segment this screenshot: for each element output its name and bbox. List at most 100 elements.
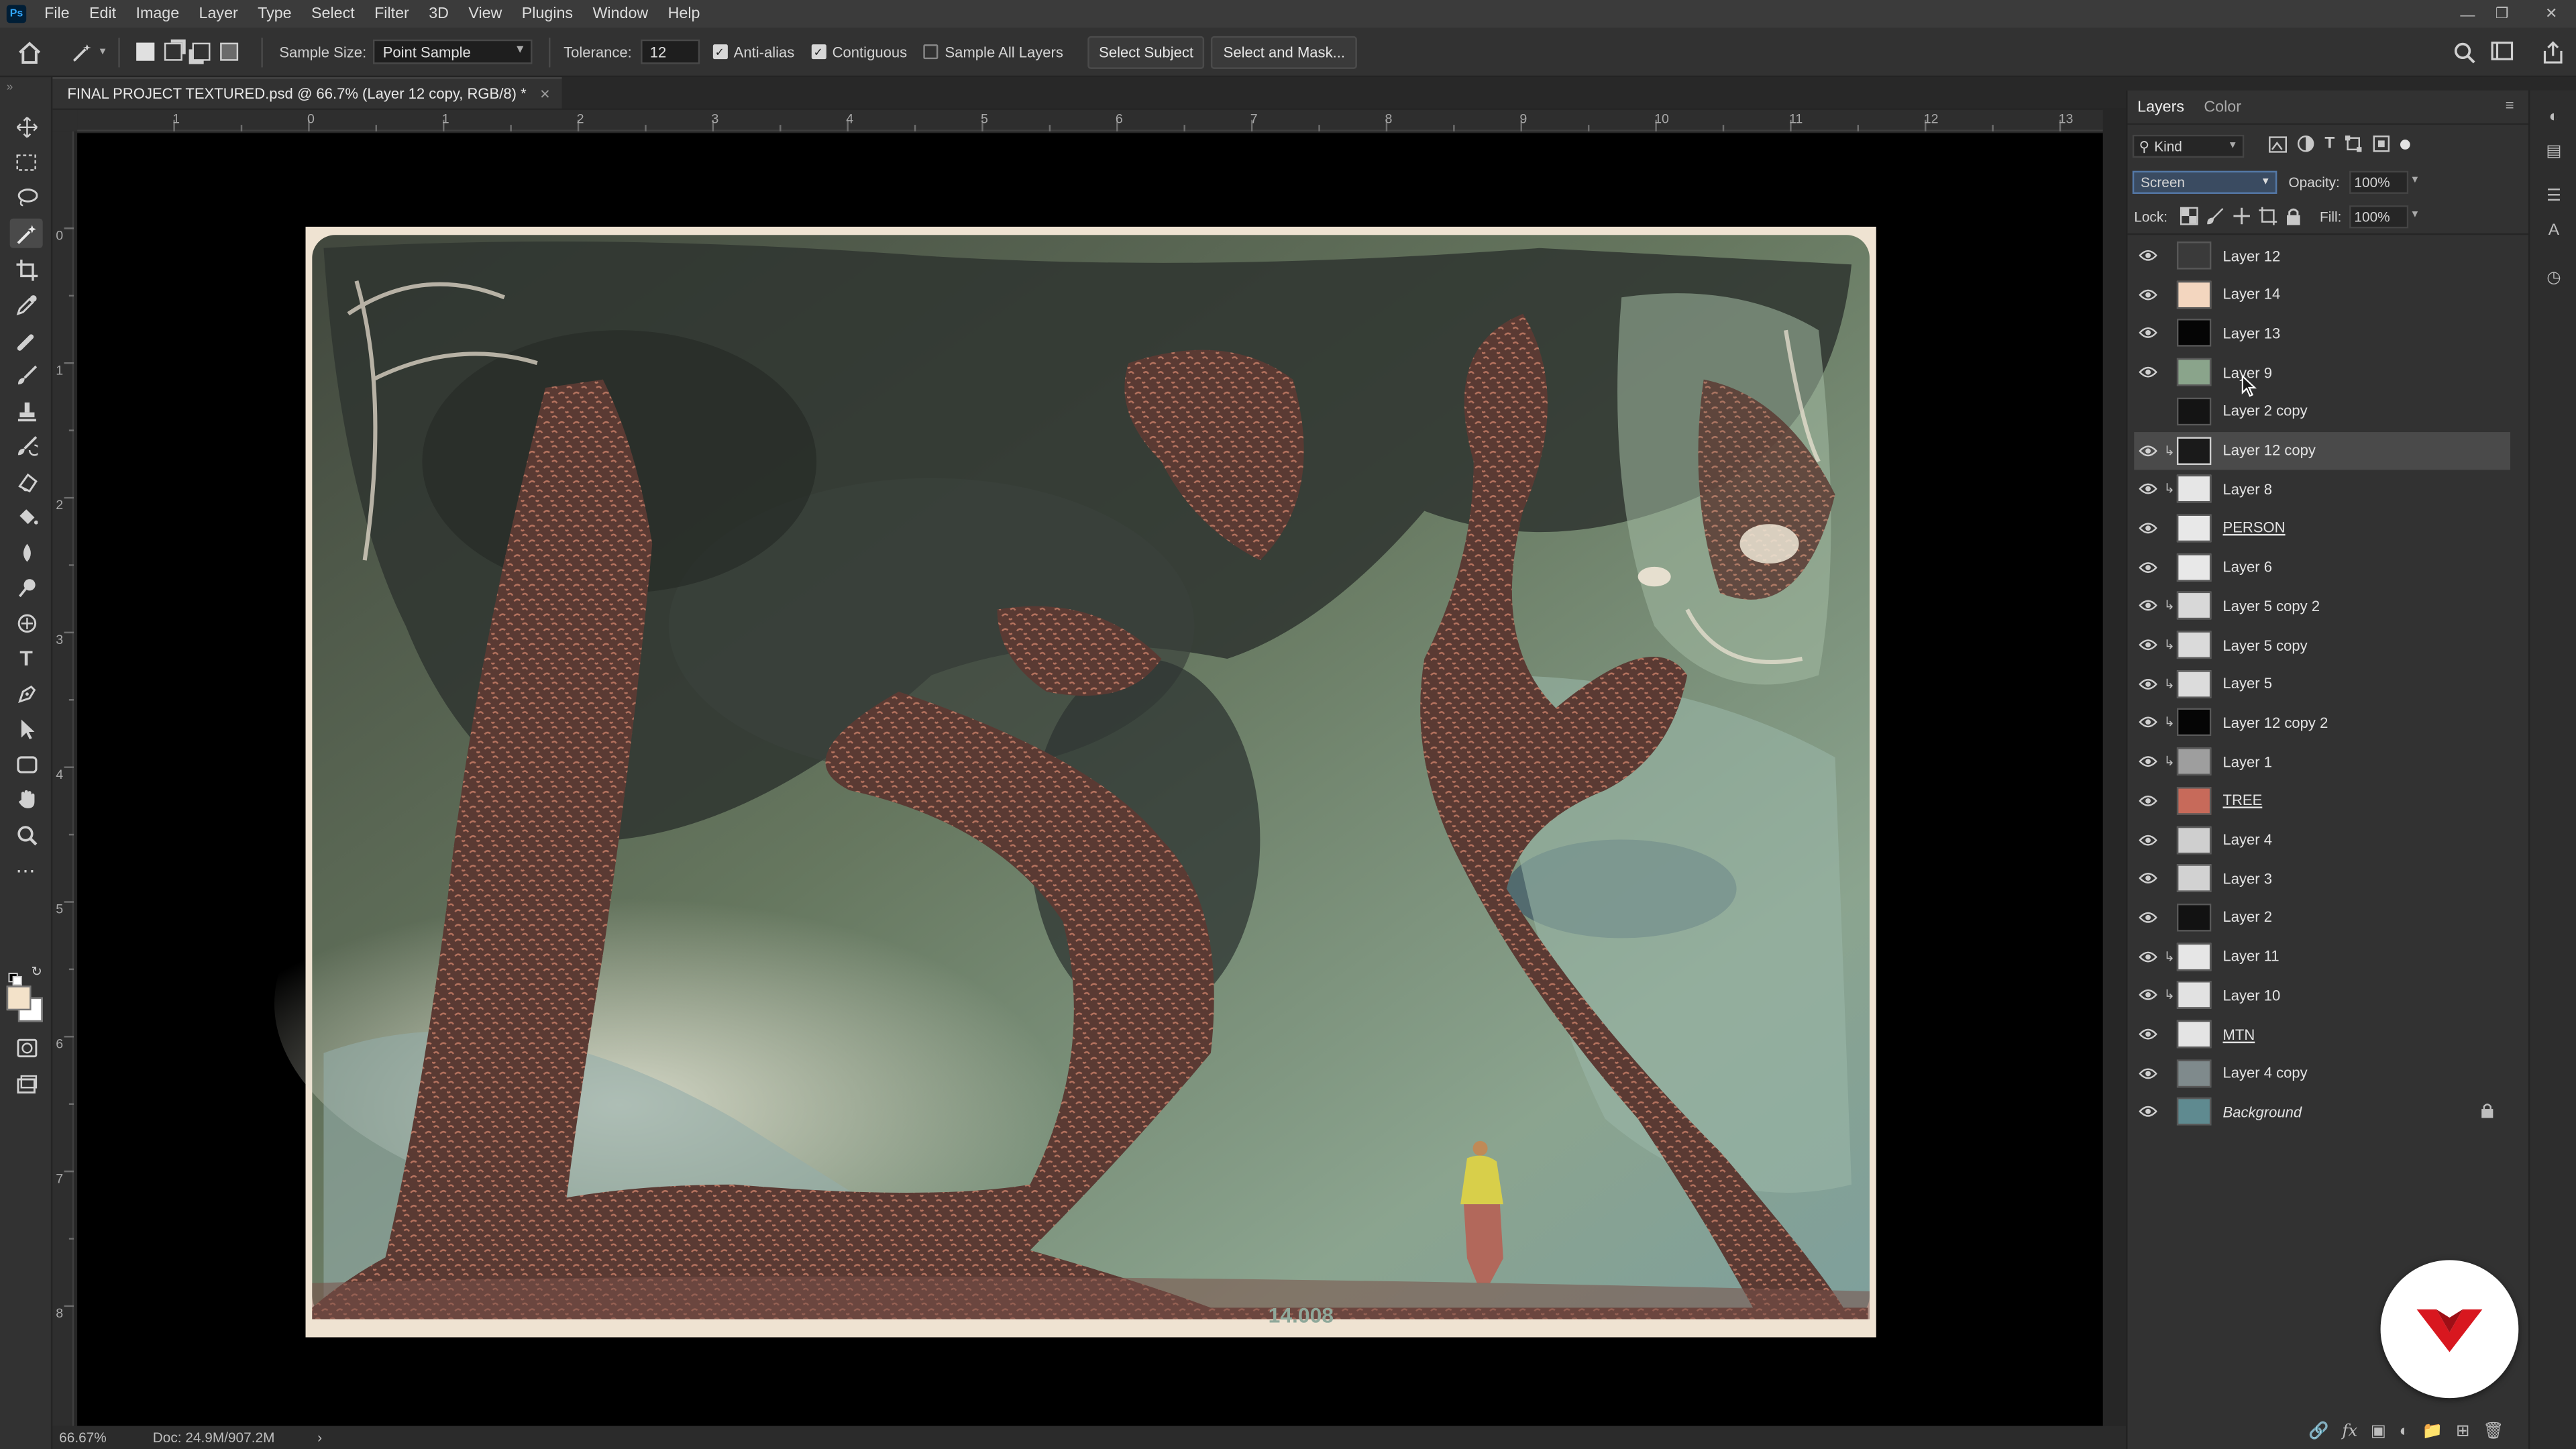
- contiguous-checkbox[interactable]: ✓: [810, 44, 826, 60]
- magic-wand-tool-icon[interactable]: [9, 218, 43, 248]
- lock-all-icon[interactable]: [2286, 207, 2302, 225]
- properties-panel-icon[interactable]: ☰: [2542, 184, 2567, 209]
- visibility-eye-icon[interactable]: [2134, 830, 2160, 849]
- visibility-eye-icon[interactable]: [2134, 440, 2160, 460]
- home-icon[interactable]: [0, 40, 59, 63]
- layer-name[interactable]: Layer 11: [2222, 948, 2279, 964]
- type-filter-icon[interactable]: T: [2324, 135, 2334, 153]
- path-selection-tool-icon[interactable]: [10, 713, 43, 743]
- visibility-eye-icon[interactable]: [2134, 674, 2160, 694]
- paint-bucket-tool-icon[interactable]: [10, 501, 43, 531]
- layer-row[interactable]: Layer 3: [2134, 859, 2510, 897]
- lock-position-icon[interactable]: [2233, 207, 2251, 225]
- search-icon[interactable]: [2453, 41, 2475, 67]
- close-document-icon[interactable]: ✕: [539, 87, 550, 101]
- layer-name[interactable]: Layer 13: [2222, 325, 2280, 341]
- select-subject-button[interactable]: Select Subject: [1087, 35, 1205, 68]
- rectangle-tool-icon[interactable]: [10, 749, 43, 779]
- status-expand-arrow[interactable]: ›: [317, 1430, 322, 1446]
- hand-tool-icon[interactable]: [10, 784, 43, 813]
- layer-row[interactable]: ↳ Layer 12 copy 2: [2134, 704, 2510, 741]
- layer-thumbnail[interactable]: [2176, 397, 2212, 425]
- visibility-eye-icon[interactable]: [2134, 246, 2160, 265]
- layer-thumbnail[interactable]: [2176, 1097, 2212, 1126]
- visibility-eye-icon[interactable]: [2134, 908, 2160, 927]
- layer-row[interactable]: Layer 9: [2134, 354, 2510, 391]
- layer-row[interactable]: MTN: [2134, 1015, 2510, 1053]
- layer-thumbnail[interactable]: [2176, 553, 2212, 581]
- layer-row[interactable]: PERSON: [2134, 509, 2510, 547]
- layer-row[interactable]: Layer 4: [2134, 820, 2510, 858]
- default-colors-icon[interactable]: [8, 965, 23, 986]
- filter-toggle-icon[interactable]: [2400, 138, 2410, 149]
- filter-kind-select[interactable]: ⚲ Kind ▼: [2132, 134, 2245, 158]
- subtract-from-selection-icon[interactable]: [192, 42, 211, 61]
- add-to-selection-icon[interactable]: [164, 42, 182, 61]
- tab-layers[interactable]: Layers: [2127, 98, 2194, 116]
- layer-name[interactable]: Layer 2: [2222, 909, 2272, 925]
- visibility-eye-icon[interactable]: [2134, 947, 2160, 966]
- opacity-slider-icon[interactable]: ▼: [2410, 176, 2420, 186]
- menu-plugins[interactable]: Plugins: [512, 5, 583, 23]
- smart-object-filter-icon[interactable]: [2373, 135, 2391, 153]
- blend-mode-select[interactable]: Screen ▼: [2132, 170, 2277, 194]
- visibility-eye-icon[interactable]: [2134, 752, 2160, 771]
- delete-layer-icon[interactable]: 🗑: [2483, 1422, 2504, 1440]
- menu-filter[interactable]: Filter: [364, 5, 419, 23]
- layer-row[interactable]: Layer 4 copy: [2134, 1054, 2510, 1091]
- layer-thumbnail[interactable]: [2176, 903, 2212, 932]
- layer-name[interactable]: Layer 12 copy 2: [2222, 714, 2328, 731]
- layer-name[interactable]: Layer 10: [2222, 987, 2280, 1003]
- canvas-pasteboard[interactable]: 14.008: [77, 133, 2103, 1426]
- contiguous-option[interactable]: ✓ Contiguous: [810, 44, 907, 60]
- lasso-tool-icon[interactable]: [10, 182, 43, 212]
- layer-row[interactable]: Layer 12: [2134, 237, 2510, 274]
- layer-name[interactable]: Layer 4: [2222, 831, 2272, 847]
- quick-mask-icon[interactable]: [10, 1033, 43, 1063]
- minimize-icon[interactable]: —: [2451, 0, 2484, 28]
- layer-row[interactable]: ↳ Layer 5: [2134, 665, 2510, 702]
- panel-menu-icon[interactable]: ≡: [2506, 97, 2514, 113]
- layer-row[interactable]: ↳ Layer 12 copy: [2134, 431, 2511, 470]
- sample-all-layers-option[interactable]: Sample All Layers: [923, 44, 1063, 60]
- layer-thumbnail[interactable]: [2176, 942, 2212, 971]
- visibility-eye-icon[interactable]: [2134, 557, 2160, 576]
- layer-name[interactable]: Layer 12 copy: [2222, 442, 2315, 458]
- adjustments-panel-icon[interactable]: ◐: [2542, 105, 2567, 130]
- select-and-mask-button[interactable]: Select and Mask...: [1211, 35, 1358, 68]
- link-layers-icon[interactable]: 🔗: [2308, 1422, 2328, 1440]
- layer-thumbnail[interactable]: [2176, 592, 2212, 620]
- layer-name[interactable]: TREE: [2222, 792, 2262, 808]
- intersect-selection-icon[interactable]: [220, 42, 239, 61]
- layer-row[interactable]: Layer 6: [2134, 548, 2510, 586]
- artwork-canvas[interactable]: 14.008: [77, 133, 2103, 1426]
- brush-tool-icon[interactable]: [10, 360, 43, 389]
- magic-wand-preset-icon[interactable]: ▼: [59, 42, 118, 61]
- zoom-level[interactable]: 66.67%: [59, 1430, 148, 1446]
- fill-slider-icon[interactable]: ▼: [2410, 210, 2420, 220]
- layer-row[interactable]: ↳ Layer 10: [2134, 976, 2510, 1014]
- menu-select[interactable]: Select: [301, 5, 364, 23]
- lock-image-pixels-icon[interactable]: [2206, 207, 2224, 225]
- dodge-tool-icon[interactable]: [10, 572, 43, 601]
- layer-thumbnail[interactable]: [2176, 669, 2212, 698]
- adjustment-filter-icon[interactable]: [2297, 135, 2315, 153]
- pixel-filter-icon[interactable]: [2269, 136, 2288, 152]
- workspace-icon[interactable]: [2491, 41, 2517, 66]
- history-brush-tool-icon[interactable]: [10, 431, 43, 460]
- visibility-eye-icon[interactable]: [2134, 791, 2160, 810]
- visibility-eye-icon[interactable]: [2134, 518, 2160, 537]
- screen-mode-icon[interactable]: [10, 1069, 43, 1099]
- layer-thumbnail[interactable]: [2176, 241, 2212, 270]
- visibility-eye-icon[interactable]: [2134, 479, 2160, 498]
- pen-tool-icon[interactable]: [10, 678, 43, 708]
- close-icon[interactable]: ✕: [2535, 0, 2568, 28]
- anti-alias-option[interactable]: ✓ Anti-alias: [712, 44, 794, 60]
- layer-thumbnail[interactable]: [2176, 280, 2212, 309]
- layer-name[interactable]: Layer 5: [2222, 676, 2272, 692]
- visibility-eye-icon[interactable]: [2134, 596, 2160, 615]
- visibility-eye-icon[interactable]: [2134, 401, 2160, 421]
- layer-row[interactable]: ↳ Layer 1: [2134, 743, 2510, 780]
- foreground-color-swatch[interactable]: [6, 985, 32, 1011]
- healing-brush-tool-icon[interactable]: [10, 325, 43, 355]
